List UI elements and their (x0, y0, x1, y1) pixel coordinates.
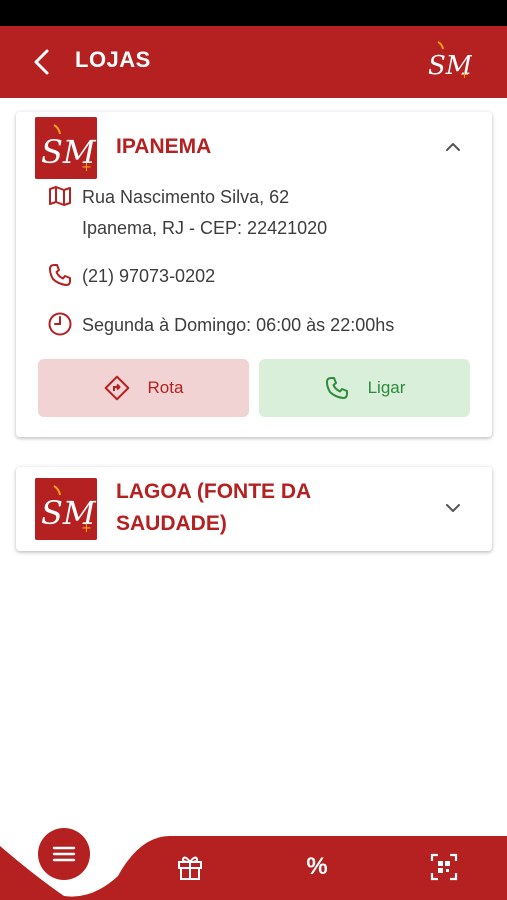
brand-logo: SM + (428, 41, 472, 81)
store-name[interactable]: LAGOA (FONTE DA SAUDADE) (116, 476, 416, 540)
store-card-ipanema: SM + IPANEMA Rua Nascimento Silva, 62 Ip… (16, 112, 492, 437)
nav-qr-button[interactable] (429, 852, 459, 882)
svg-text:+: + (460, 68, 469, 81)
clock-icon (46, 310, 74, 338)
expand-button[interactable] (440, 495, 466, 521)
store-hours: Segunda à Domingo: 06:00 às 22:00hs (46, 310, 394, 341)
svg-text:+: + (81, 160, 92, 175)
app-header: LOJAS SM + (0, 26, 507, 98)
page-title: LOJAS (75, 47, 151, 72)
store-logo: SM + (35, 478, 97, 540)
phone-icon (46, 261, 74, 289)
phone-icon (324, 375, 350, 401)
call-button[interactable]: Ligar (259, 359, 470, 417)
map-icon (46, 182, 74, 210)
gift-icon (178, 856, 202, 880)
svg-text:+: + (81, 521, 92, 536)
route-label: Rota (147, 378, 184, 397)
chevron-left-icon (34, 49, 49, 75)
nav-gift-button[interactable] (175, 852, 205, 882)
opening-hours: Segunda à Domingo: 06:00 às 22:00hs (82, 315, 395, 335)
store-logo: SM + (35, 117, 97, 179)
qr-code-scan-icon (430, 853, 458, 881)
route-button[interactable]: Rota (38, 359, 249, 417)
hamburger-menu-icon (52, 846, 76, 862)
store-card-lagoa[interactable]: SM + LAGOA (FONTE DA SAUDADE) (16, 467, 492, 551)
percent-icon: % (306, 853, 328, 880)
chevron-down-icon (446, 504, 460, 512)
back-button[interactable] (26, 44, 56, 80)
store-phone[interactable]: (21) 97073-0202 (46, 261, 215, 292)
call-label: Ligar (367, 378, 406, 397)
store-name[interactable]: IPANEMA (116, 131, 211, 163)
chevron-up-icon (446, 143, 460, 151)
nav-percent-button[interactable]: % (302, 852, 332, 882)
collapse-button[interactable] (440, 134, 466, 160)
directions-icon (104, 375, 130, 401)
menu-button[interactable] (38, 828, 90, 880)
phone-number: (21) 97073-0202 (82, 266, 216, 286)
address-line-2: Ipanema, RJ - CEP: 22421020 (82, 218, 328, 238)
store-address: Rua Nascimento Silva, 62 Ipanema, RJ - C… (46, 182, 327, 244)
status-bar (0, 0, 507, 26)
address-line-1: Rua Nascimento Silva, 62 (82, 187, 290, 207)
